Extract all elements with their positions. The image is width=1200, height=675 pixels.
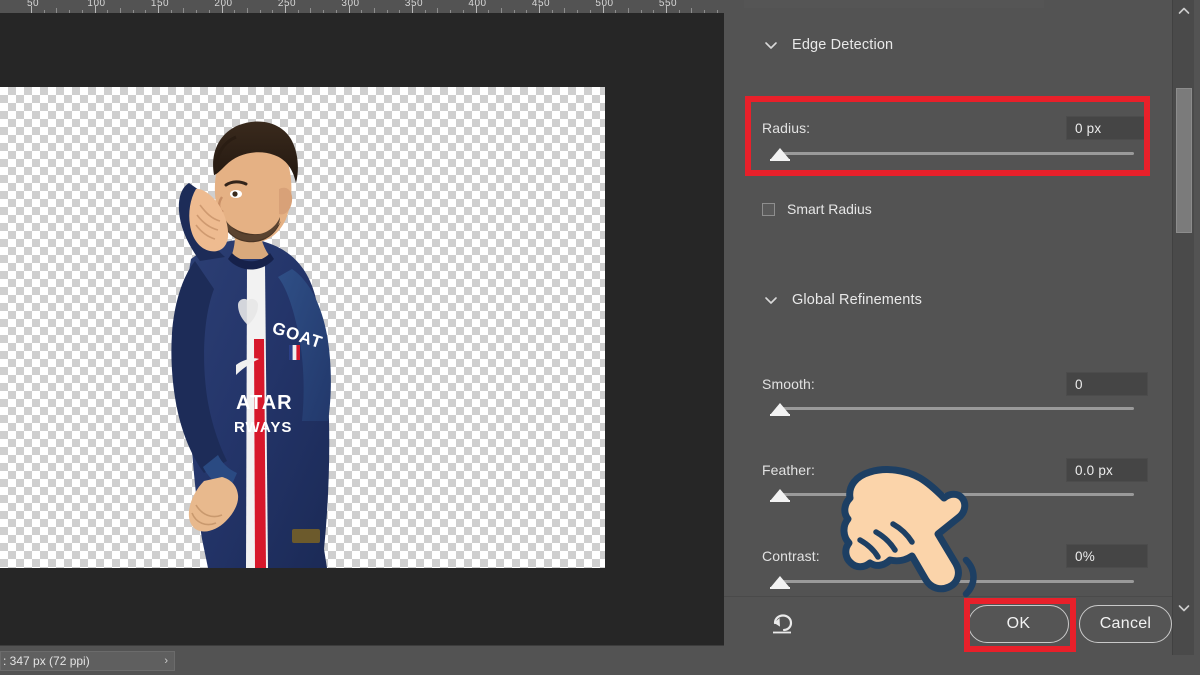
- scrollbar-thumb[interactable]: [1176, 88, 1192, 233]
- smooth-value: 0: [1075, 376, 1083, 392]
- smart-radius-label: Smart Radius: [787, 201, 872, 217]
- section-header-edge-detection[interactable]: Edge Detection: [764, 37, 893, 53]
- radius-label: Radius:: [762, 120, 811, 136]
- panel-right-edge: [1194, 0, 1200, 675]
- chevron-right-icon[interactable]: ›: [164, 655, 168, 667]
- reset-button[interactable]: [764, 607, 800, 641]
- status-bar: : 347 px (72 ppi) ›: [0, 645, 724, 675]
- scroll-up-icon[interactable]: [1173, 0, 1195, 22]
- ruler-tick-label: 550: [658, 0, 678, 9]
- canvas-frame[interactable]: ATAR RWAYS GOAT: [0, 13, 724, 645]
- ok-button[interactable]: OK: [968, 605, 1069, 643]
- smart-radius-row[interactable]: Smart Radius: [762, 201, 872, 217]
- cancel-button[interactable]: Cancel: [1079, 605, 1172, 643]
- horizontal-ruler[interactable]: 50 100 150 200 250 300 350 400 450 500 550: [0, 0, 724, 13]
- chevron-down-icon[interactable]: [764, 38, 778, 52]
- smooth-input[interactable]: 0: [1066, 372, 1148, 396]
- document-size-text: : 347 px (72 ppi): [3, 654, 90, 668]
- feather-slider-thumb-base: [770, 500, 790, 502]
- smooth-slider-track[interactable]: [776, 407, 1134, 410]
- feather-label: Feather:: [762, 462, 815, 478]
- transparency-checkerboard[interactable]: ATAR RWAYS GOAT: [0, 87, 605, 568]
- radius-slider-track[interactable]: [776, 152, 1134, 155]
- contrast-input[interactable]: 0%: [1066, 544, 1148, 568]
- contrast-value: 0%: [1075, 548, 1095, 564]
- radius-input[interactable]: 0 px: [1066, 116, 1148, 140]
- ruler-tick-label: 500: [595, 0, 614, 9]
- contrast-slider-thumb-base: [770, 587, 790, 589]
- photo-editor-window: 50 100 150 200 250 300 350 400 450 500 550: [0, 0, 1200, 675]
- section-title-edge-detection: Edge Detection: [792, 37, 894, 53]
- radius-slider[interactable]: [762, 146, 1134, 162]
- pointing-hand-cursor: [834, 452, 1004, 602]
- svg-text:ATAR: ATAR: [236, 392, 293, 414]
- contrast-label: Contrast:: [762, 548, 820, 564]
- scroll-down-icon[interactable]: [1173, 597, 1195, 619]
- smooth-slider[interactable]: [762, 401, 1134, 417]
- panel-vertical-scrollbar[interactable]: [1172, 0, 1194, 655]
- ruler-tick-label: 200: [214, 0, 233, 9]
- ruler-tick-label: 250: [277, 0, 297, 9]
- smart-radius-checkbox[interactable]: [762, 202, 775, 216]
- ruler-tick-label: 100: [87, 0, 106, 9]
- chevron-down-icon[interactable]: [764, 293, 778, 307]
- document-area: 50 100 150 200 250 300 350 400 450 500 550: [0, 0, 724, 675]
- reset-undo-icon: [773, 614, 793, 634]
- svg-text:RWAYS: RWAYS: [234, 419, 292, 436]
- document-size-field[interactable]: : 347 px (72 ppi) ›: [0, 651, 175, 671]
- ruler-tick-label: 50: [26, 0, 40, 9]
- ruler-tick-label: 150: [150, 0, 170, 9]
- smooth-label: Smooth:: [762, 376, 815, 392]
- radius-value: 0 px: [1075, 120, 1102, 136]
- canvas-artwork-player: ATAR RWAYS GOAT: [96, 109, 426, 568]
- feather-value: 0.0 px: [1075, 462, 1113, 478]
- smooth-slider-thumb-base: [770, 414, 790, 416]
- ruler-tick-label: 350: [404, 0, 424, 9]
- panel-partial-section-above: [744, 0, 1044, 8]
- section-title-global-refinements: Global Refinements: [792, 292, 923, 308]
- ruler-tick-label: 300: [341, 0, 360, 9]
- panel-footer: OK Cancel: [724, 596, 1172, 675]
- feather-input[interactable]: 0.0 px: [1066, 458, 1148, 482]
- ruler-tick-label: 450: [531, 0, 551, 9]
- ruler-ticks: 50 100 150 200 250 300 350 400 450 500 550: [0, 0, 724, 13]
- section-header-global-refinements[interactable]: Global Refinements: [764, 292, 922, 308]
- radius-slider-thumb-base: [770, 159, 790, 161]
- ruler-tick-label: 400: [468, 0, 487, 9]
